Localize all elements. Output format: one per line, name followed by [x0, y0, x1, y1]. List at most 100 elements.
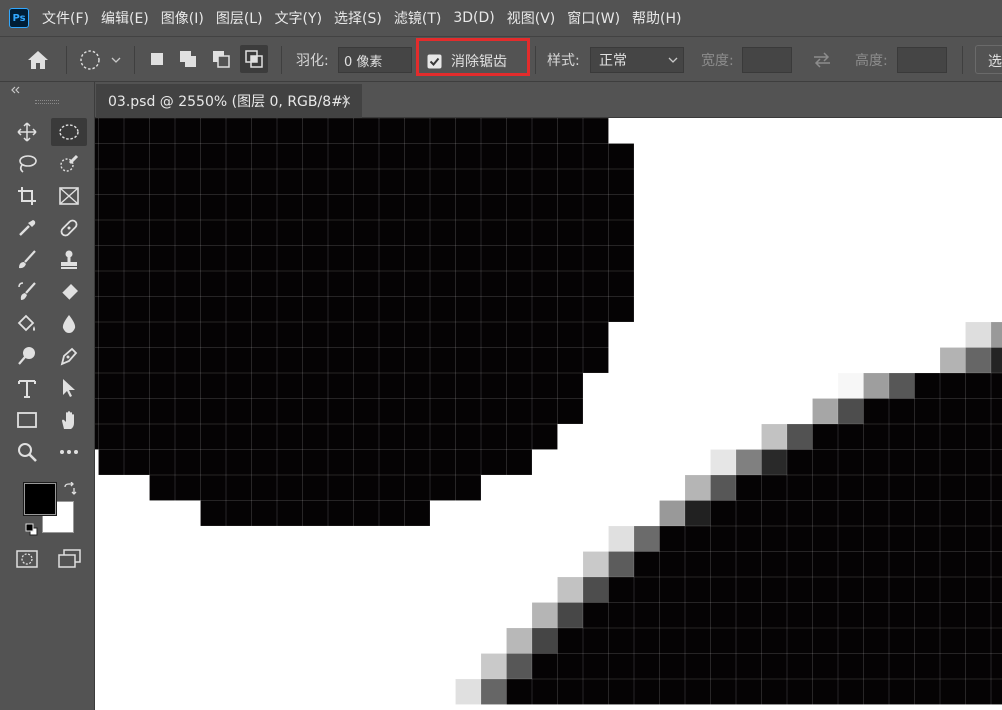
elliptical-marquee-tool-button[interactable]	[51, 118, 87, 146]
edge-pixel	[608, 551, 634, 577]
edge-pixel	[761, 449, 787, 475]
menu-help[interactable]: 帮助(H)	[632, 8, 681, 28]
eraser-tool-button[interactable]	[54, 278, 84, 306]
foreground-color-swatch[interactable]	[23, 482, 57, 516]
edge-pixel	[455, 679, 481, 705]
edge-pixel	[532, 628, 558, 654]
clone-stamp-tool-button[interactable]	[54, 246, 84, 274]
menu-type[interactable]: 文字(Y)	[275, 8, 322, 28]
toolbox-grip[interactable]	[35, 100, 59, 104]
arrow-cursor-icon	[63, 379, 75, 397]
brush-tool-button[interactable]	[12, 246, 42, 274]
zoom-icon	[18, 443, 37, 462]
subtract-from-selection-button[interactable]	[210, 48, 232, 70]
swap-colors-icon	[64, 481, 77, 495]
add-to-selection-button[interactable]	[177, 48, 199, 70]
edge-pixel	[965, 322, 991, 348]
menu-edit[interactable]: 编辑(E)	[101, 8, 149, 28]
zoom-tool-button[interactable]	[12, 438, 42, 466]
height-label: 高度:	[855, 53, 888, 69]
blur-tool-button[interactable]	[54, 310, 84, 338]
aliased-pixel-row	[95, 118, 609, 144]
move-tool-button[interactable]	[12, 118, 42, 146]
separator	[962, 46, 963, 74]
crop-icon	[18, 187, 36, 205]
menu-select[interactable]: 选择(S)	[334, 8, 382, 28]
history-brush-tool-button[interactable]	[12, 278, 42, 306]
menu-filter[interactable]: 滤镜(T)	[394, 8, 441, 28]
menu-window[interactable]: 窗口(W)	[567, 8, 620, 28]
lasso-tool-button[interactable]	[12, 150, 42, 178]
aliased-pixel-row	[95, 322, 609, 348]
interior-pixel-row	[634, 551, 1002, 577]
ellipse-marquee-icon	[80, 50, 121, 70]
aliased-pixel-row	[95, 220, 634, 246]
hand-tool-button[interactable]	[54, 406, 84, 434]
collapse-panel-button[interactable]	[10, 83, 22, 94]
aliased-pixel-row	[95, 245, 634, 271]
photoshop-logo: Ps	[9, 8, 29, 28]
edge-pixel	[634, 526, 660, 552]
menu-file[interactable]: 文件(F)	[42, 8, 89, 28]
separator	[66, 46, 67, 74]
edge-pixel	[940, 347, 966, 373]
type-tool-button[interactable]	[12, 374, 42, 402]
edge-pixel	[991, 322, 1002, 348]
menu-image[interactable]: 图像(I)	[161, 8, 204, 28]
screen-mode-button[interactable]	[56, 548, 84, 570]
home-button[interactable]	[26, 49, 50, 71]
frame-tool-button[interactable]	[54, 182, 84, 210]
swap-colors-button[interactable]	[63, 481, 77, 496]
quick-mask-button[interactable]	[15, 548, 39, 570]
aliased-pixel-row	[95, 347, 609, 373]
new-selection-button[interactable]	[146, 48, 168, 70]
eyedropper-tool-button[interactable]	[12, 214, 42, 242]
aliased-pixel-row	[98, 449, 532, 475]
edge-pixel	[557, 602, 583, 628]
select-and-mask-button[interactable]: 选	[975, 45, 1002, 74]
canvas[interactable]	[95, 118, 1002, 710]
type-icon	[18, 380, 36, 398]
new-selection-icon	[151, 53, 163, 65]
menu-view[interactable]: 视图(V)	[507, 8, 556, 28]
quick-selection-icon	[60, 154, 79, 172]
more-tools-button[interactable]	[54, 438, 84, 466]
swap-dimensions-button	[810, 50, 834, 70]
healing-brush-tool-button[interactable]	[54, 214, 84, 242]
default-colors-icon	[25, 523, 38, 536]
eyedropper-icon	[19, 220, 36, 236]
document-tab[interactable]: 03.psd @ 2550% (图层 0, RGB/8#) ×	[96, 84, 362, 118]
eraser-icon	[61, 284, 78, 301]
rectangle-tool-button[interactable]	[12, 406, 42, 434]
default-colors-button[interactable]	[25, 523, 38, 536]
intersect-selection-icon	[245, 50, 263, 68]
crop-tool-button[interactable]	[12, 182, 42, 210]
aliased-pixel-row	[95, 373, 583, 399]
menu-layer[interactable]: 图层(L)	[216, 8, 263, 28]
edge-pixel	[710, 449, 736, 475]
interior-pixel-row	[583, 602, 1002, 628]
edge-pixel	[659, 500, 685, 526]
feather-input[interactable]: 0 像素	[338, 47, 412, 73]
path-selection-tool-button[interactable]	[54, 374, 84, 402]
document-tab-bar: 03.psd @ 2550% (图层 0, RGB/8#) ×	[95, 82, 1002, 118]
anti-alias-checkbox[interactable]: 消除锯齿	[427, 50, 525, 72]
close-tab-icon[interactable]: ×	[340, 93, 352, 109]
style-select[interactable]: 正常	[590, 47, 684, 73]
frame-icon	[59, 187, 79, 205]
quick-selection-tool-button[interactable]	[54, 150, 84, 178]
edge-pixel	[889, 373, 915, 399]
interior-pixel-row	[557, 628, 1002, 654]
pen-tool-button[interactable]	[54, 342, 84, 370]
edge-pixel	[965, 347, 991, 373]
bandage-icon	[60, 219, 78, 237]
paint-bucket-tool-button[interactable]	[12, 310, 42, 338]
interior-pixel-row	[787, 449, 1002, 475]
dodge-tool-button[interactable]	[12, 342, 42, 370]
edge-pixel	[838, 398, 864, 424]
interior-pixel-row	[532, 653, 1002, 679]
menu-3d[interactable]: 3D(D)	[453, 10, 494, 26]
intersect-selection-button[interactable]	[240, 45, 268, 73]
tool-preset-picker[interactable]	[78, 49, 124, 71]
aliased-pixel-row	[95, 194, 634, 220]
